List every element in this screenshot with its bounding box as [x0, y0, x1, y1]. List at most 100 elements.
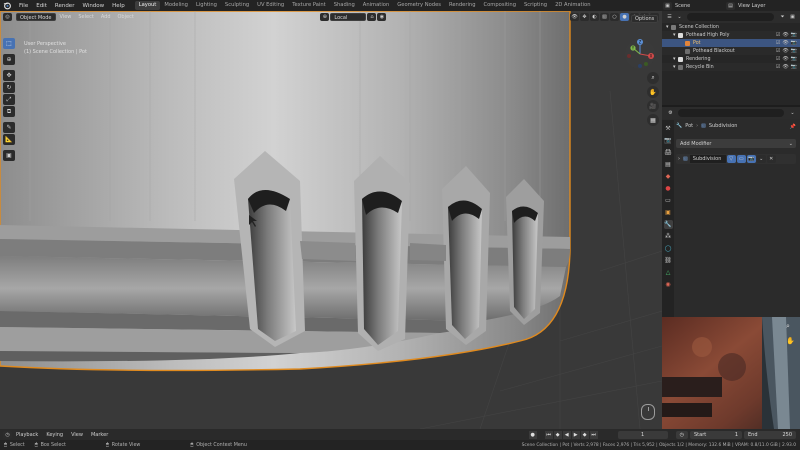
edit-mode-toggle-icon[interactable]: ▽ — [726, 155, 736, 163]
record-icon[interactable]: ● — [528, 430, 537, 439]
view-layer-name[interactable]: View Layer — [738, 3, 765, 9]
viewport-visibility-icon[interactable]: 👁 — [570, 13, 580, 21]
menu-help[interactable]: Help — [108, 3, 129, 9]
camera-icon[interactable]: 📷 — [791, 48, 797, 54]
scene-name[interactable]: Scene — [675, 3, 725, 9]
checkbox-icon[interactable]: ☑ — [776, 64, 780, 70]
proportional-edit-icon[interactable]: ◉ — [377, 13, 387, 21]
editor-type-icon[interactable]: ◎ — [3, 13, 12, 21]
outliner-row[interactable]: Pot ☑ 👁 📷 — [662, 39, 800, 47]
modifier-remove-icon[interactable]: ✕ — [766, 155, 776, 163]
next-keyframe-icon[interactable]: ◆ — [580, 430, 589, 439]
camera-icon[interactable]: 📷 — [791, 56, 797, 62]
jump-end-icon[interactable]: ⏭ — [589, 430, 598, 439]
data-tab-icon[interactable]: △ — [664, 268, 673, 277]
particles-tab-icon[interactable]: ⁂ — [664, 232, 673, 241]
menu-edit[interactable]: Edit — [32, 3, 51, 9]
visibility-toggles[interactable]: ☑ 👁 📷 — [776, 64, 797, 70]
play-reverse-icon[interactable]: ◀ — [562, 430, 571, 439]
overlays-icon[interactable]: ◐ — [590, 13, 600, 21]
annotate-tool-icon[interactable]: ✎ — [3, 122, 15, 133]
transform-tool-icon[interactable]: ⧉ — [3, 106, 15, 117]
physics-tab-icon[interactable]: ◯ — [664, 244, 673, 253]
camera-icon[interactable]: 📷 — [791, 40, 797, 46]
workspace-tab-animation[interactable]: Animation — [359, 1, 393, 10]
play-icon[interactable]: ▶ — [571, 430, 580, 439]
cursor-tool-icon[interactable]: ⊕ — [3, 54, 15, 65]
outliner-display-icon[interactable]: ⌄ — [675, 13, 684, 21]
checkbox-icon[interactable]: ☑ — [776, 48, 780, 54]
blender-logo-icon[interactable] — [3, 1, 12, 10]
shading-wireframe-icon[interactable]: ○ — [610, 13, 620, 21]
timeline-menu-view[interactable]: View — [67, 432, 87, 438]
visibility-toggles[interactable]: ☑ 👁 📷 — [776, 48, 797, 54]
view-layer-icon[interactable]: ▤ — [726, 1, 735, 10]
properties-editor-icon[interactable]: ⚙ — [666, 109, 675, 117]
workspace-tab-geometry-nodes[interactable]: Geometry Nodes — [393, 1, 445, 10]
properties-options-icon[interactable]: ⌄ — [788, 109, 797, 117]
eye-icon[interactable]: 👁 — [782, 48, 788, 54]
workspace-tab-2d-animation[interactable]: 2D Animation — [551, 1, 594, 10]
menu-render[interactable]: Render — [51, 3, 79, 9]
output-tab-icon[interactable]: 🖨 — [664, 148, 673, 157]
render-toggle-icon[interactable]: 📷 — [746, 155, 756, 163]
preview-range-icon[interactable]: ◷ — [675, 430, 688, 439]
menu-file[interactable]: File — [15, 3, 32, 9]
visibility-toggles[interactable]: ☑ 👁 📷 — [776, 56, 797, 62]
menu-window[interactable]: Window — [78, 3, 108, 9]
move-tool-icon[interactable]: ✥ — [3, 70, 15, 81]
view-layer-tab-icon[interactable]: ▤ — [664, 160, 673, 169]
viewport-toggle-icon[interactable]: ▭ — [736, 155, 746, 163]
viewport-menu-select[interactable]: Select — [75, 13, 96, 21]
workspace-tab-lighting[interactable]: Lighting — [192, 1, 221, 10]
add-cube-tool-icon[interactable]: ▣ — [3, 150, 15, 161]
workspace-tab-sculpting[interactable]: Sculpting — [221, 1, 253, 10]
timeline-editor-icon[interactable]: ◷ — [3, 430, 12, 439]
xray-icon[interactable]: ▧ — [600, 13, 610, 21]
viewport-menu-object[interactable]: Object — [115, 13, 137, 21]
eye-icon[interactable]: 👁 — [782, 56, 788, 62]
scene-icon[interactable]: ▣ — [663, 1, 672, 10]
snap-icon[interactable]: ⌂ — [367, 13, 377, 21]
measure-tool-icon[interactable]: 📐 — [3, 134, 15, 145]
checkbox-icon[interactable]: ☑ — [776, 40, 780, 46]
workspace-tab-layout[interactable]: Layout — [134, 1, 161, 10]
pan-hand-icon[interactable]: ✋ — [647, 86, 659, 98]
filter-icon[interactable]: ⏷ — [778, 13, 787, 21]
properties-search-input[interactable] — [678, 109, 784, 117]
timeline-menu-marker[interactable]: Marker — [87, 432, 112, 438]
end-frame-field[interactable]: End 250 — [744, 430, 796, 439]
workspace-tab-modeling[interactable]: Modeling — [160, 1, 192, 10]
transform-pivot-icon[interactable]: ⊕ — [320, 13, 330, 21]
camera-icon[interactable]: 📷 — [791, 32, 797, 38]
eye-icon[interactable]: 👁 — [782, 40, 788, 46]
collection-tab-icon[interactable]: ▭ — [664, 196, 673, 205]
outliner-row[interactable]: ▾ Pothead High Poly ☑ 👁 📷 — [662, 31, 800, 39]
expand-arrow-icon[interactable]: › — [678, 156, 680, 162]
outliner-editor-icon[interactable]: ☰ — [665, 13, 674, 21]
modifier-menu-icon[interactable]: ⌄ — [756, 155, 766, 163]
render-tab-icon[interactable]: 📷 — [664, 136, 673, 145]
outliner-row[interactable]: ▾ Rendering ☑ 👁 📷 — [662, 55, 800, 63]
world-tab-icon[interactable]: ● — [664, 184, 673, 193]
visibility-toggles[interactable]: ☑ 👁 📷 — [776, 32, 797, 38]
workspace-tab-texture-paint[interactable]: Texture Paint — [288, 1, 329, 10]
visibility-toggles[interactable]: ☑ 👁 📷 — [776, 40, 797, 46]
jump-start-icon[interactable]: ⏮ — [544, 430, 553, 439]
tool-tab-icon[interactable]: ⚒ — [664, 124, 673, 133]
zoom-icon[interactable]: ⌕ — [647, 72, 659, 84]
orientation-selector[interactable]: Local — [330, 13, 367, 21]
toggle-perspective-icon[interactable]: ▦ — [647, 114, 659, 126]
navigation-gizmo[interactable]: Z X Y — [624, 38, 656, 70]
scale-tool-icon[interactable]: ⤢ — [3, 94, 15, 105]
timeline-menu-playback[interactable]: Playback — [12, 432, 42, 438]
current-frame-field[interactable]: 1 — [617, 430, 668, 439]
outliner-search-input[interactable] — [687, 13, 774, 21]
workspace-tab-compositing[interactable]: Compositing — [480, 1, 521, 10]
new-collection-icon[interactable]: ▣ — [788, 13, 797, 21]
pin-icon[interactable]: 📌 — [790, 124, 796, 130]
checkbox-icon[interactable]: ☑ — [776, 32, 780, 38]
camera-icon[interactable]: 📷 — [791, 64, 797, 70]
mode-selector[interactable]: Object Mode — [16, 13, 56, 21]
object-tab-icon[interactable]: ▣ — [664, 208, 673, 217]
